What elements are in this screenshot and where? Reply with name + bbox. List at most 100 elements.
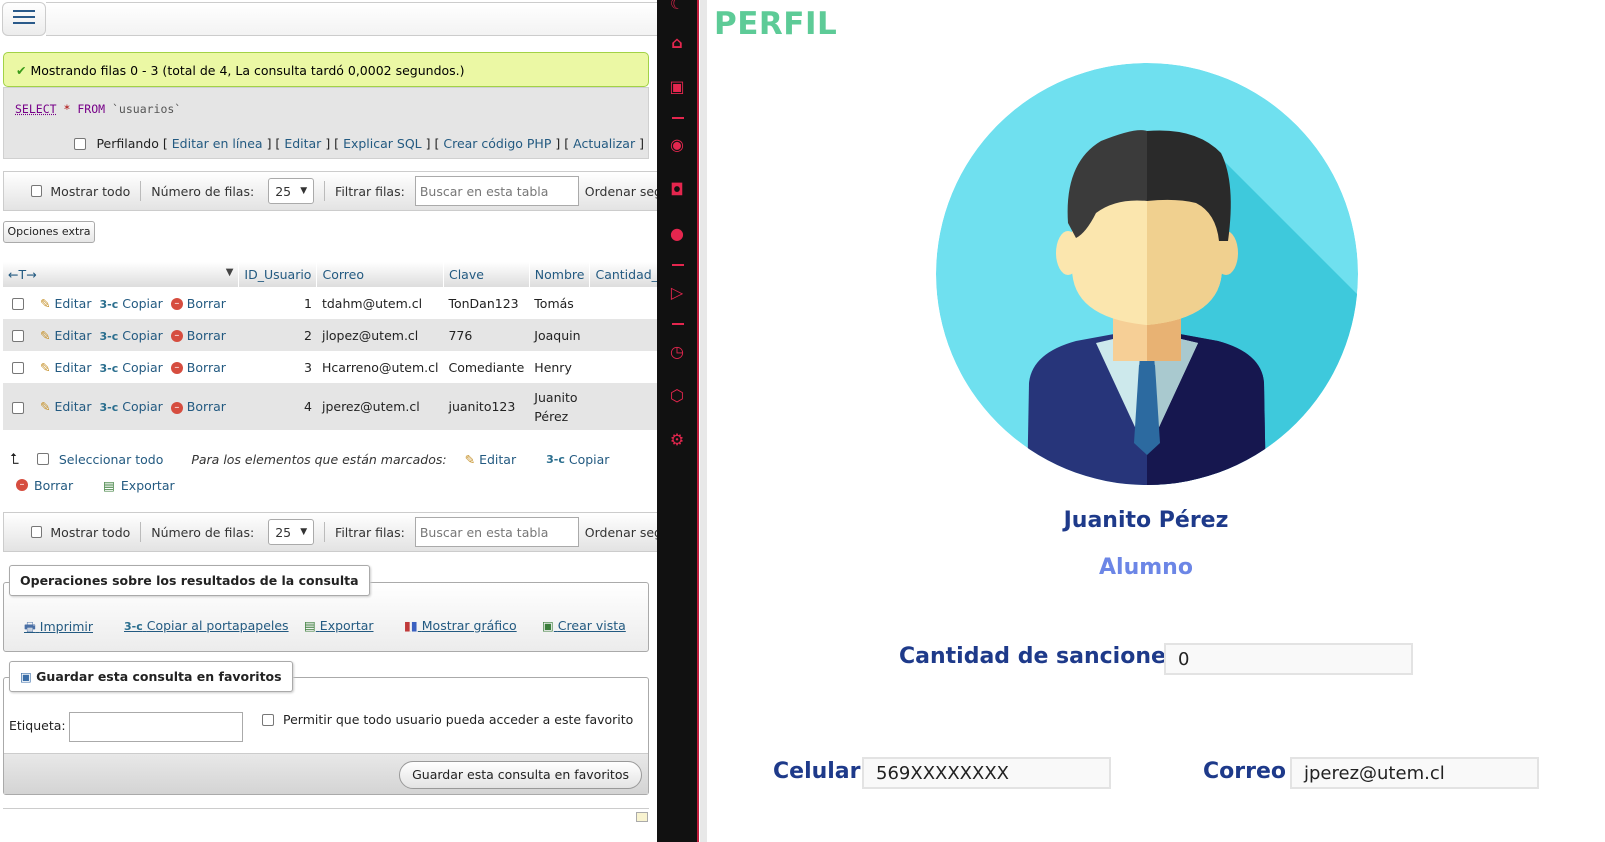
save-favorite-button[interactable]: Guardar esta consulta en favoritos [399, 761, 642, 789]
row-checkbox[interactable] [12, 298, 24, 310]
cell-cantidad[interactable] [589, 383, 657, 430]
cell-nombre[interactable]: Tomás [529, 287, 590, 319]
refresh-link[interactable]: Actualizar [573, 136, 635, 151]
twitch-icon[interactable]: ▣ [667, 77, 687, 96]
show-all-checkbox-bottom[interactable] [31, 526, 43, 538]
check-icon: ✔ [16, 63, 27, 78]
email-field[interactable]: jperez@utem.cl [1290, 757, 1539, 789]
sql-keyword-select[interactable]: SELECT [15, 102, 57, 116]
edit-link[interactable]: Editar [284, 136, 321, 151]
inline-edit-link[interactable]: Editar en línea [172, 136, 263, 151]
gift-icon[interactable]: ⌂ [667, 33, 687, 52]
filter-input[interactable]: Buscar en esta tabla [414, 176, 579, 206]
rows-select-bottom[interactable]: 25 ▼ [268, 519, 315, 545]
row-copy-link[interactable]: 3-c Copiar [99, 360, 162, 375]
hamburger-icon [13, 9, 35, 29]
row-copy-link[interactable]: 3-c Copiar [99, 296, 162, 311]
delete-icon: – [170, 401, 183, 414]
bulk-edit-link[interactable]: Editar [479, 452, 516, 467]
row-delete-link[interactable]: – Borrar [170, 328, 226, 343]
cell-correo[interactable]: jlopez@utem.cl [316, 319, 444, 351]
row-edit-link[interactable]: ✎ Editar [40, 296, 91, 311]
row-delete-link[interactable]: – Borrar [170, 399, 226, 414]
row-edit-link[interactable]: ✎ Editar [40, 360, 91, 375]
pencil-icon: ✎ [40, 327, 51, 343]
instagram-icon[interactable]: ◘ [667, 180, 687, 199]
column-nombre[interactable]: Nombre [529, 262, 591, 287]
print-link[interactable]: 🖶 Imprimir [24, 618, 93, 639]
row-actions: ✎ Editar 3-c Copiar – Borrar [3, 351, 239, 383]
row-delete-link[interactable]: – Borrar [170, 360, 226, 375]
export-results-link[interactable]: ▤ Exportar [304, 618, 374, 633]
filter-input-bottom[interactable]: Buscar en esta tabla [414, 517, 579, 547]
cell-cantidad[interactable] [589, 319, 657, 351]
column-id-usuario[interactable]: ID_Usuario [238, 262, 318, 287]
divider [3, 808, 649, 809]
explain-sql-link[interactable]: Explicar SQL [343, 136, 422, 151]
sql-operator: * [63, 102, 71, 116]
row-copy-link[interactable]: 3-c Copiar [99, 328, 162, 343]
cell-id[interactable]: 4 [238, 383, 317, 430]
cell-clave[interactable]: Comediante [443, 351, 530, 383]
clock-icon[interactable]: ◷ [667, 342, 687, 361]
gear-icon[interactable]: ⚙ [667, 430, 687, 449]
cell-correo[interactable]: Hcarreno@utem.cl [316, 351, 444, 383]
allow-all-checkbox[interactable] [262, 714, 274, 726]
cell-id[interactable]: 2 [238, 319, 317, 351]
cell-nombre[interactable]: Joaquin [529, 319, 590, 351]
cell-cantidad[interactable] [589, 287, 657, 319]
play-icon[interactable]: ▷ [667, 283, 687, 302]
table-navigation-top: Mostrar todo Número de filas: 25 ▼ Filtra… [3, 171, 657, 211]
bulk-actions: ⮤ Seleccionar todo Para los elementos qu… [10, 448, 650, 500]
column-cantidad[interactable]: Cantidad_de [589, 262, 657, 287]
php-code-link[interactable]: Crear código PHP [443, 136, 551, 151]
cell-correo[interactable]: tdahm@utem.cl [316, 287, 444, 319]
row-checkbox[interactable] [12, 330, 24, 342]
box-icon[interactable]: ⬡ [667, 386, 687, 405]
profiling-checkbox[interactable] [74, 137, 87, 150]
menu-button[interactable] [2, 2, 46, 36]
cell-id[interactable]: 3 [238, 351, 317, 383]
cell-nombre[interactable]: Henry [529, 351, 590, 383]
whatsapp-icon[interactable]: ◉ [667, 135, 687, 154]
bulk-export-link[interactable]: Exportar [121, 478, 175, 493]
sql-table: `usuarios` [112, 102, 182, 116]
cell-clave[interactable]: TonDan123 [443, 287, 530, 319]
clipboard-link[interactable]: 3-c Copiar al portapapeles [124, 618, 289, 633]
column-clave[interactable]: Clave [443, 262, 530, 287]
create-view-link[interactable]: ▣ Crear vista [542, 618, 626, 633]
chart-link[interactable]: ▮▮ Mostrar gráfico [404, 618, 517, 633]
show-all-checkbox[interactable] [31, 185, 43, 197]
table-row: ✎ Editar 3-c Copiar – Borrar 2 jlopez@utem.c… [3, 319, 657, 351]
twitter-icon[interactable]: ● [667, 224, 687, 243]
extra-options-button[interactable]: Opciones extra [3, 221, 95, 243]
sort-down-icon[interactable]: ▼ [226, 267, 234, 278]
rows-select[interactable]: 25 ▼ [268, 178, 315, 204]
cell-nombre[interactable]: Juanito Pérez [529, 383, 590, 430]
label-input[interactable] [69, 712, 243, 742]
row-copy-link[interactable]: 3-c Copiar [99, 399, 162, 414]
cell-id[interactable]: 1 [238, 287, 317, 319]
moon-icon[interactable]: ☾ [667, 0, 687, 13]
cell-cantidad[interactable] [589, 351, 657, 383]
row-edit-link[interactable]: ✎ Editar [40, 328, 91, 343]
select-all-checkbox[interactable] [36, 453, 49, 465]
sanctions-field[interactable]: 0 [1164, 643, 1413, 675]
note-icon[interactable] [636, 812, 648, 822]
bulk-copy-link[interactable]: Copiar [569, 452, 610, 467]
row-delete-link[interactable]: – Borrar [170, 296, 226, 311]
bulk-delete-link[interactable]: Borrar [34, 478, 73, 493]
profile-name: Juanito Pérez [1063, 508, 1229, 533]
row-checkbox[interactable] [12, 362, 24, 374]
cell-clave[interactable]: juanito123 [443, 383, 530, 430]
row-checkbox[interactable] [12, 401, 24, 414]
show-all-label-bottom: Mostrar todo [50, 524, 131, 540]
column-correo[interactable]: Correo [316, 262, 444, 287]
results-table: ←T→ ▼ ID_Usuario Correo Clave Nombre Cant… [3, 262, 657, 430]
phone-field[interactable]: 569XXXXXXXX [862, 757, 1111, 789]
column-arrows[interactable]: ←T→ ▼ [3, 262, 240, 287]
row-edit-link[interactable]: ✎ Editar [40, 399, 91, 414]
cell-clave[interactable]: 776 [443, 319, 530, 351]
select-all-link[interactable]: Seleccionar todo [59, 452, 163, 467]
cell-correo[interactable]: jperez@utem.cl [316, 383, 444, 430]
